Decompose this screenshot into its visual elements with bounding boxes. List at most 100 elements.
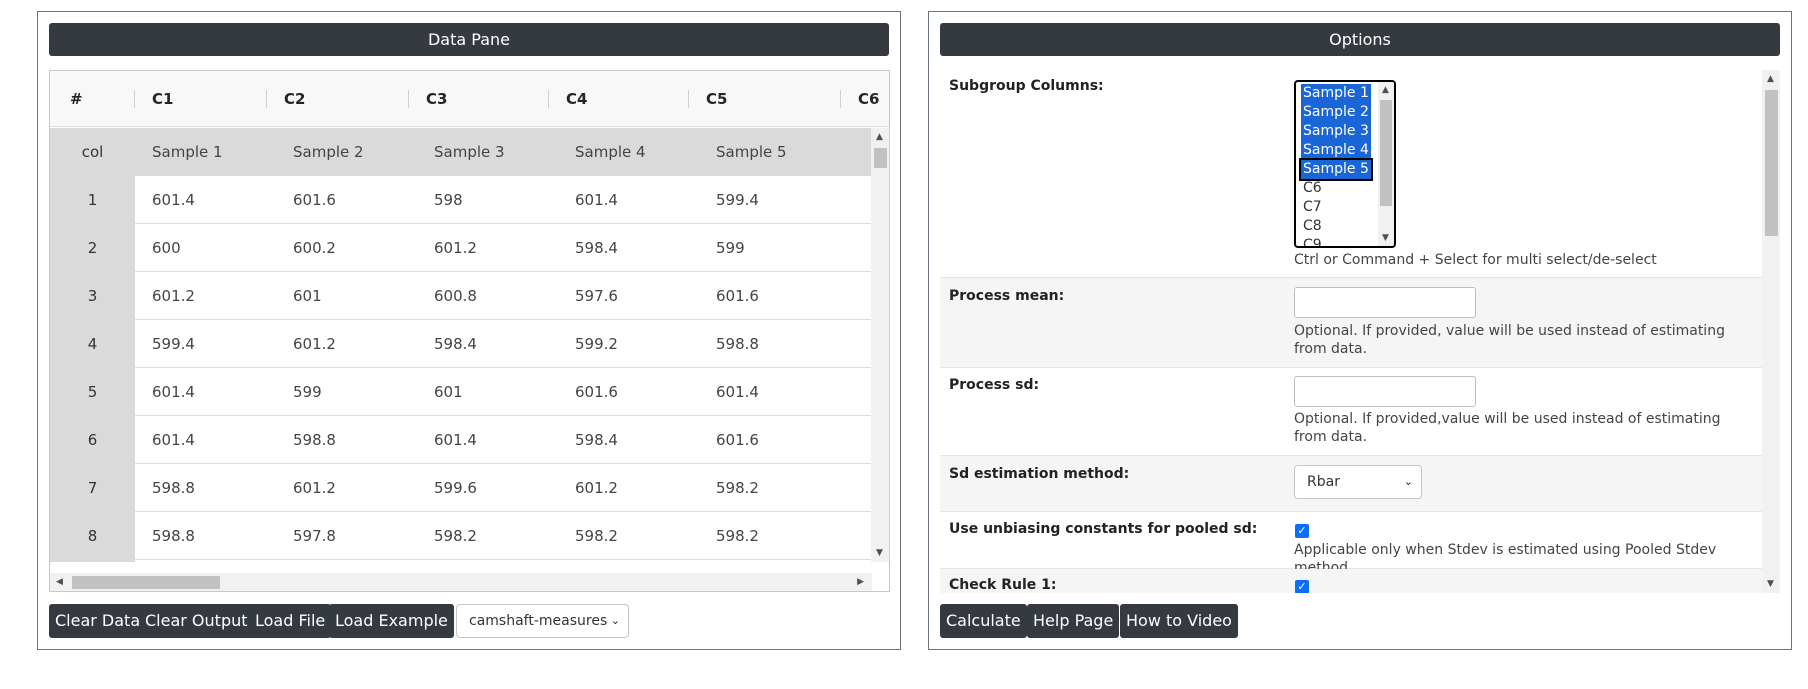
listbox-scrollbar[interactable]: ▲ ▼ <box>1378 82 1394 246</box>
listbox-option[interactable]: Sample 2 <box>1301 103 1371 122</box>
grid-cell[interactable]: Sample 5 <box>716 128 787 176</box>
listbox-option[interactable]: C7 <box>1301 198 1324 217</box>
grid-cell[interactable]: 600.2 <box>293 224 336 272</box>
grid-cell[interactable]: 598.8 <box>152 512 195 560</box>
help-page-button[interactable]: Help Page <box>1027 604 1120 638</box>
scroll-thumb[interactable] <box>1765 90 1778 236</box>
grid-cell[interactable]: Sample 4 <box>575 128 646 176</box>
column-header-c1[interactable]: C1 <box>152 71 173 127</box>
unbiasing-label: Use unbiasing constants for pooled sd: <box>949 521 1258 537</box>
load-example-button[interactable]: Load Example <box>329 604 454 638</box>
grid-cell[interactable]: 598.2 <box>716 512 759 560</box>
grid-cell[interactable]: 598.8 <box>152 464 195 512</box>
column-header-c3[interactable]: C3 <box>426 71 447 127</box>
column-header-c5[interactable]: C5 <box>706 71 727 127</box>
grid-cell[interactable]: 601.4 <box>434 416 477 464</box>
grid-cell[interactable]: Sample 3 <box>434 128 505 176</box>
rule1-checkbox[interactable]: ✓ <box>1295 580 1309 593</box>
grid-cell[interactable]: 599.2 <box>575 320 618 368</box>
listbox-option[interactable]: Sample 1 <box>1301 84 1371 103</box>
grid-horizontal-scrollbar[interactable]: ◀ ▶ <box>50 573 872 591</box>
grid-cell[interactable]: 599.4 <box>152 320 195 368</box>
grid-cell[interactable]: 601.6 <box>716 272 759 320</box>
clear-output-button[interactable]: Clear Output <box>139 604 254 638</box>
grid-cell[interactable]: 601.2 <box>575 464 618 512</box>
grid-cell[interactable]: 601.2 <box>293 464 336 512</box>
grid-vertical-scrollbar[interactable]: ▲ ▼ <box>871 128 889 562</box>
table-row: 2 600 600.2 601.2 598.4 599 <box>50 224 872 272</box>
grid-cell[interactable]: 601.2 <box>152 272 195 320</box>
triangle-down-icon[interactable]: ▼ <box>1382 233 1389 243</box>
listbox-option[interactable]: Sample 3 <box>1301 122 1371 141</box>
grid-cell[interactable]: 599.4 <box>716 176 759 224</box>
triangle-right-icon[interactable]: ▶ <box>857 577 864 587</box>
grid-cell[interactable]: 601.6 <box>716 416 759 464</box>
process-sd-input[interactable] <box>1294 376 1476 407</box>
grid-cell[interactable]: 598.4 <box>434 320 477 368</box>
load-file-button[interactable]: Load File <box>249 604 332 638</box>
grid-cell[interactable]: 597.8 <box>293 512 336 560</box>
grid-cell[interactable]: 598 <box>434 176 463 224</box>
grid-cell[interactable]: 601 <box>293 272 322 320</box>
scroll-thumb[interactable] <box>1380 100 1392 206</box>
sd-method-select[interactable]: Rbar ⌄ <box>1294 465 1422 499</box>
triangle-down-icon[interactable]: ▼ <box>1767 579 1774 589</box>
column-header-c2[interactable]: C2 <box>284 71 305 127</box>
grid-cell[interactable]: Sample 2 <box>293 128 364 176</box>
grid-cell[interactable]: Sample 1 <box>152 128 223 176</box>
grid-cell[interactable]: 601.4 <box>716 368 759 416</box>
grid-cell[interactable]: 599 <box>716 224 745 272</box>
grid-cell[interactable]: 601.2 <box>434 224 477 272</box>
grid-cell[interactable]: 598.4 <box>575 224 618 272</box>
process-mean-input[interactable] <box>1294 287 1476 318</box>
data-pane-title: Data Pane <box>49 23 889 56</box>
grid-cell[interactable]: 601 <box>434 368 463 416</box>
triangle-up-icon[interactable]: ▲ <box>1767 74 1774 84</box>
column-header-index[interactable]: # <box>70 71 83 127</box>
grid-cell[interactable]: 601.6 <box>575 368 618 416</box>
sd-method-row: Sd estimation method: Rbar ⌄ <box>940 456 1762 512</box>
listbox-option[interactable]: C6 <box>1301 179 1324 198</box>
grid-cell[interactable]: 600 <box>152 224 181 272</box>
triangle-down-icon[interactable]: ▼ <box>876 548 883 558</box>
table-row: 8 598.8 597.8 598.2 598.2 598.2 <box>50 512 872 560</box>
grid-cell[interactable]: 598.8 <box>293 416 336 464</box>
listbox-option[interactable]: Sample 5 <box>1299 158 1373 181</box>
triangle-up-icon[interactable]: ▲ <box>1382 85 1389 95</box>
triangle-up-icon[interactable]: ▲ <box>876 132 883 142</box>
grid-cell[interactable]: 597.6 <box>575 272 618 320</box>
table-row: 7 598.8 601.2 599.6 601.2 598.2 <box>50 464 872 512</box>
grid-cell[interactable]: 601.4 <box>152 176 195 224</box>
grid-cell[interactable]: 598.2 <box>575 512 618 560</box>
clear-data-button[interactable]: Clear Data <box>49 604 147 638</box>
row-index: 5 <box>50 368 135 416</box>
listbox-option[interactable]: C8 <box>1301 217 1324 236</box>
how-to-video-button[interactable]: How to Video <box>1120 604 1238 638</box>
process-mean-label: Process mean: <box>949 288 1065 304</box>
example-dataset-select[interactable]: camshaft-measures ⌄ <box>456 604 629 638</box>
grid-cell[interactable]: 601.4 <box>575 176 618 224</box>
grid-cell[interactable]: 598.2 <box>716 464 759 512</box>
grid-cell[interactable]: 599 <box>293 368 322 416</box>
grid-cell[interactable]: 601.4 <box>152 368 195 416</box>
grid-cell[interactable]: 598.8 <box>716 320 759 368</box>
data-grid[interactable]: # C1 C2 C3 C4 C5 C6 col Sample 1 Sample … <box>49 70 890 592</box>
listbox-option[interactable]: C9 <box>1301 236 1324 246</box>
calculate-button[interactable]: Calculate <box>940 604 1027 638</box>
grid-cell[interactable]: 600.8 <box>434 272 477 320</box>
grid-cell[interactable]: 601.6 <box>293 176 336 224</box>
grid-cell[interactable]: 599.6 <box>434 464 477 512</box>
column-header-c6[interactable]: C6 <box>858 71 879 127</box>
scroll-thumb[interactable] <box>874 148 887 168</box>
scroll-thumb[interactable] <box>72 576 220 589</box>
grid-cell[interactable]: 601.4 <box>152 416 195 464</box>
options-vertical-scrollbar[interactable]: ▲ ▼ <box>1762 70 1780 593</box>
subgroup-columns-listbox[interactable]: Sample 1 Sample 2 Sample 3 Sample 4 Samp… <box>1294 80 1396 248</box>
grid-cell[interactable]: 601.2 <box>293 320 336 368</box>
column-header-c4[interactable]: C4 <box>566 71 587 127</box>
grid-cell[interactable]: 598.2 <box>434 512 477 560</box>
unbiasing-checkbox[interactable]: ✓ <box>1295 524 1309 538</box>
grid-cell[interactable]: 598.4 <box>575 416 618 464</box>
listbox-option[interactable]: Sample 4 <box>1301 141 1371 160</box>
triangle-left-icon[interactable]: ◀ <box>56 577 63 587</box>
